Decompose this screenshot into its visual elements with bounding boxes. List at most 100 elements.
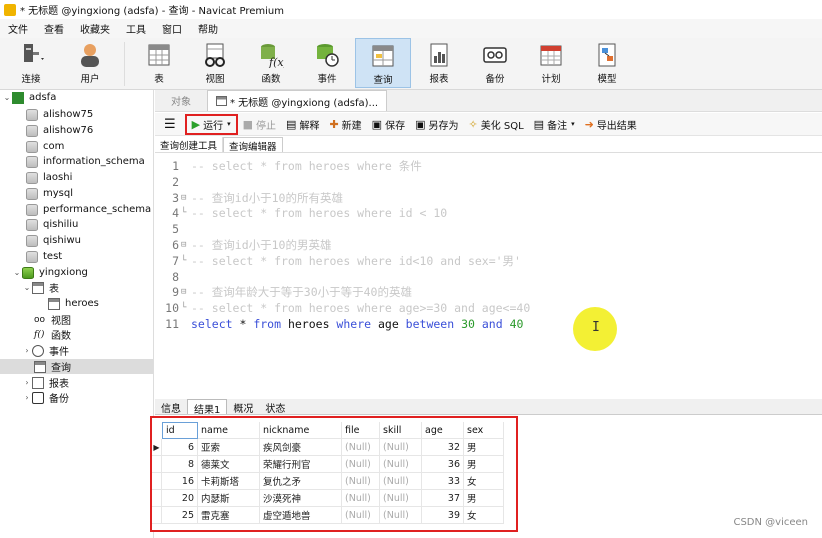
tab-result1[interactable]: 结果1	[187, 399, 228, 416]
expand-icon[interactable]: ›	[22, 346, 32, 355]
column-header[interactable]: nickname	[260, 422, 342, 439]
fold-marker-icon[interactable]: ⊟	[181, 287, 189, 297]
tree-events-folder[interactable]: › 事件	[22, 343, 69, 358]
table-cell[interactable]: 男	[464, 490, 504, 507]
save-as-button[interactable]: ▣ 另存为	[410, 114, 463, 135]
table-cell[interactable]: 37	[422, 490, 464, 507]
code-line[interactable]: 3 ⊟ -- 查询id小于10的所有英雄	[155, 190, 822, 206]
table-cell[interactable]: (Null)	[342, 507, 380, 524]
ribbon-function-button[interactable]: f(x) 函数	[243, 38, 299, 88]
collapse-icon[interactable]: ⌄	[22, 283, 32, 292]
comment-button[interactable]: ▤ 备注 ▾	[529, 114, 580, 135]
collapse-icon[interactable]: ⌄	[12, 268, 22, 277]
table-cell[interactable]: 6	[162, 439, 198, 456]
tree-reports-folder[interactable]: › 报表	[22, 375, 69, 390]
tree-database[interactable]: qishiwu	[26, 233, 81, 248]
fold-marker-icon[interactable]: ⊟	[181, 193, 189, 203]
tab-query-editor[interactable]: 查询编辑器	[223, 137, 283, 153]
table-cell[interactable]: 女	[464, 507, 504, 524]
table-cell[interactable]: (Null)	[342, 439, 380, 456]
expand-icon[interactable]: ›	[22, 378, 32, 387]
collapse-icon[interactable]: ⌄	[2, 93, 12, 102]
tab-profile[interactable]: 概况	[227, 399, 259, 415]
explain-button[interactable]: ▤ 解释	[281, 114, 324, 135]
ribbon-table-button[interactable]: 表	[131, 38, 187, 88]
tree-views-folder[interactable]: oo 视图	[34, 312, 71, 328]
ribbon-event-button[interactable]: 事件	[299, 38, 355, 88]
tree-queries-folder[interactable]: 查询	[0, 359, 153, 374]
code-line[interactable]: 11 select * from heroes where age between…	[155, 316, 822, 332]
table-cell[interactable]: 33	[422, 473, 464, 490]
ribbon-model-button[interactable]: 模型	[579, 38, 635, 88]
table-cell[interactable]: 男	[464, 456, 504, 473]
table-cell[interactable]: 内瑟斯	[198, 490, 260, 507]
tab-query-builder[interactable]: 查询创建工具	[155, 137, 224, 152]
table-cell[interactable]: 39	[422, 507, 464, 524]
table-cell[interactable]: 荣耀行刑官	[260, 456, 342, 473]
tab-status[interactable]: 状态	[259, 399, 291, 415]
table-cell[interactable]: 16	[162, 473, 198, 490]
table-cell[interactable]: (Null)	[342, 456, 380, 473]
tree-database[interactable]: qishiliu	[26, 217, 78, 232]
tree-functions-folder[interactable]: f() 函数	[34, 327, 71, 343]
menu-favorites[interactable]: 收藏夹	[72, 21, 118, 36]
table-cell[interactable]: 女	[464, 473, 504, 490]
menu-window[interactable]: 窗口	[154, 21, 190, 36]
table-cell[interactable]: 男	[464, 439, 504, 456]
sql-editor[interactable]: 1 -- select * from heroes where 条件 2 3 ⊟ -- 查…	[155, 154, 822, 397]
save-button[interactable]: ▣ 保存	[367, 114, 410, 135]
table-cell[interactable]: (Null)	[380, 507, 422, 524]
ribbon-user-button[interactable]: 用户	[62, 38, 118, 88]
table-cell[interactable]: (Null)	[380, 473, 422, 490]
table-row[interactable]: 25 雷克塞 虚空遁地兽 (Null) (Null) 39 女	[152, 507, 504, 524]
table-row[interactable]: 8 德莱文 荣耀行刑官 (Null) (Null) 36 男	[152, 456, 504, 473]
column-header[interactable]: name	[198, 422, 260, 439]
dropdown-arrow-icon[interactable]: ▾	[227, 120, 231, 128]
table-cell[interactable]: (Null)	[342, 473, 380, 490]
tree-database[interactable]: test	[26, 249, 62, 264]
tree-database[interactable]: performance_schema	[26, 202, 151, 217]
fold-marker-icon[interactable]: ⊟	[181, 240, 189, 250]
menu-file[interactable]: 文件	[0, 21, 36, 36]
code-line[interactable]: 9 ⊟ -- 查询年龄大于等于30小于等于40的英雄	[155, 284, 822, 300]
tree-database[interactable]: laoshi	[26, 170, 72, 185]
column-header[interactable]: file	[342, 422, 380, 439]
tree-database[interactable]: com	[26, 139, 64, 154]
hamburger-menu-icon[interactable]: ☰	[155, 114, 185, 135]
tree-connection[interactable]: ⌄ adsfa	[2, 90, 56, 105]
table-cell[interactable]: 36	[422, 456, 464, 473]
tree-tables-folder[interactable]: ⌄ 表	[22, 280, 59, 295]
table-cell[interactable]: (Null)	[380, 439, 422, 456]
tree-backups-folder[interactable]: › 备份	[22, 390, 69, 405]
column-header[interactable]: sex	[464, 422, 504, 439]
code-line[interactable]: 7 └ -- select * from heroes where id<10 an…	[155, 253, 822, 269]
run-button[interactable]: ▶ 运行 ▾	[184, 113, 238, 135]
table-cell[interactable]: 复仇之矛	[260, 473, 342, 490]
ribbon-query-button[interactable]: 查询	[355, 38, 411, 88]
ribbon-backup-button[interactable]: 备份	[467, 38, 523, 88]
table-cell[interactable]: (Null)	[380, 490, 422, 507]
table-cell[interactable]: 8	[162, 456, 198, 473]
code-line[interactable]: 2	[155, 174, 822, 190]
tab-info[interactable]: 信息	[155, 399, 187, 415]
table-cell[interactable]: 德莱文	[198, 456, 260, 473]
tree-database[interactable]: alishow76	[26, 123, 93, 138]
export-results-button[interactable]: ➜ 导出结果	[580, 114, 642, 135]
table-cell[interactable]: 32	[422, 439, 464, 456]
code-line[interactable]: 10 └ -- select * from heroes where age>=30…	[155, 300, 822, 316]
table-cell[interactable]: 亚索	[198, 439, 260, 456]
code-line[interactable]: 8	[155, 269, 822, 285]
code-line[interactable]: 6 ⊟ -- 查询id小于10的男英雄	[155, 237, 822, 253]
stop-button[interactable]: ■ 停止	[238, 114, 281, 135]
code-line[interactable]: 1 -- select * from heroes where 条件	[155, 158, 822, 174]
table-cell[interactable]: 疾风剑豪	[260, 439, 342, 456]
menu-tools[interactable]: 工具	[118, 21, 154, 36]
dropdown-arrow-icon[interactable]: ▾	[571, 120, 575, 128]
tree-database[interactable]: mysql	[26, 186, 73, 201]
table-cell[interactable]: (Null)	[380, 456, 422, 473]
tree-table-item[interactable]: heroes	[48, 296, 99, 311]
tab-objects[interactable]: 对象	[155, 90, 207, 111]
expand-icon[interactable]: ›	[22, 393, 32, 402]
tree-database-open[interactable]: ⌄ yingxiong	[12, 265, 88, 280]
menu-view[interactable]: 查看	[36, 21, 72, 36]
